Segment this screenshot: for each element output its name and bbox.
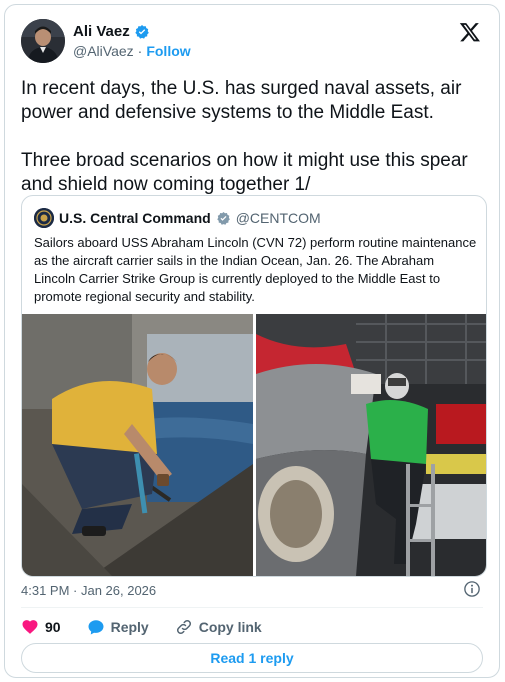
- read-replies-button[interactable]: Read 1 reply: [21, 643, 483, 673]
- tweet-card: Ali Vaez @AliVaez · Follow In recent day…: [4, 4, 500, 678]
- link-icon: [176, 619, 191, 635]
- tweet-text: In recent days, the U.S. has surged nava…: [21, 78, 468, 195]
- avatar[interactable]: [21, 19, 65, 63]
- tweet-timestamp[interactable]: 4:31 PM · Jan 26, 2026: [21, 583, 156, 598]
- info-icon[interactable]: [463, 580, 481, 598]
- quoted-avatar: [34, 208, 54, 228]
- author-handle[interactable]: @AliVaez: [73, 43, 134, 59]
- quoted-media: [22, 314, 487, 576]
- centcom-seal-icon: [34, 208, 54, 228]
- reply-label: Reply: [110, 619, 149, 635]
- like-count: 90: [45, 619, 61, 635]
- action-bar: 90 Reply Copy link: [21, 618, 288, 636]
- copy-link-button[interactable]: Copy link: [175, 618, 262, 636]
- divider: [21, 607, 483, 608]
- media-photo-sailor-deck[interactable]: [22, 314, 253, 576]
- handle-row: @AliVaez · Follow: [73, 43, 191, 59]
- name-row: Ali Vaez: [73, 23, 150, 40]
- gov-verified-badge-icon: [216, 211, 230, 225]
- x-logo-icon[interactable]: [459, 21, 481, 43]
- quoted-text: Sailors aboard USS Abraham Lincoln (CVN …: [34, 235, 477, 304]
- tweet-header: Ali Vaez @AliVaez · Follow: [21, 19, 485, 63]
- reply-button[interactable]: Reply: [87, 618, 149, 636]
- follow-button[interactable]: Follow: [146, 43, 190, 59]
- author-display-name[interactable]: Ali Vaez: [73, 23, 130, 40]
- separator-dot: ·: [137, 43, 143, 59]
- copy-link-label: Copy link: [198, 619, 262, 635]
- verified-badge-icon: [135, 24, 149, 39]
- reply-bubble-icon: [88, 620, 104, 635]
- heart-icon: [22, 620, 38, 634]
- quoted-tweet[interactable]: U.S. Central Command @CENTCOM Sailors ab…: [21, 195, 487, 577]
- avatar-image: [21, 19, 65, 63]
- quoted-handle: @CENTCOM: [235, 210, 321, 226]
- like-button[interactable]: 90: [21, 618, 61, 636]
- quoted-display-name: U.S. Central Command: [59, 210, 211, 226]
- media-photo-sailor-aircraft[interactable]: [256, 314, 487, 576]
- quoted-header: U.S. Central Command @CENTCOM: [34, 208, 321, 228]
